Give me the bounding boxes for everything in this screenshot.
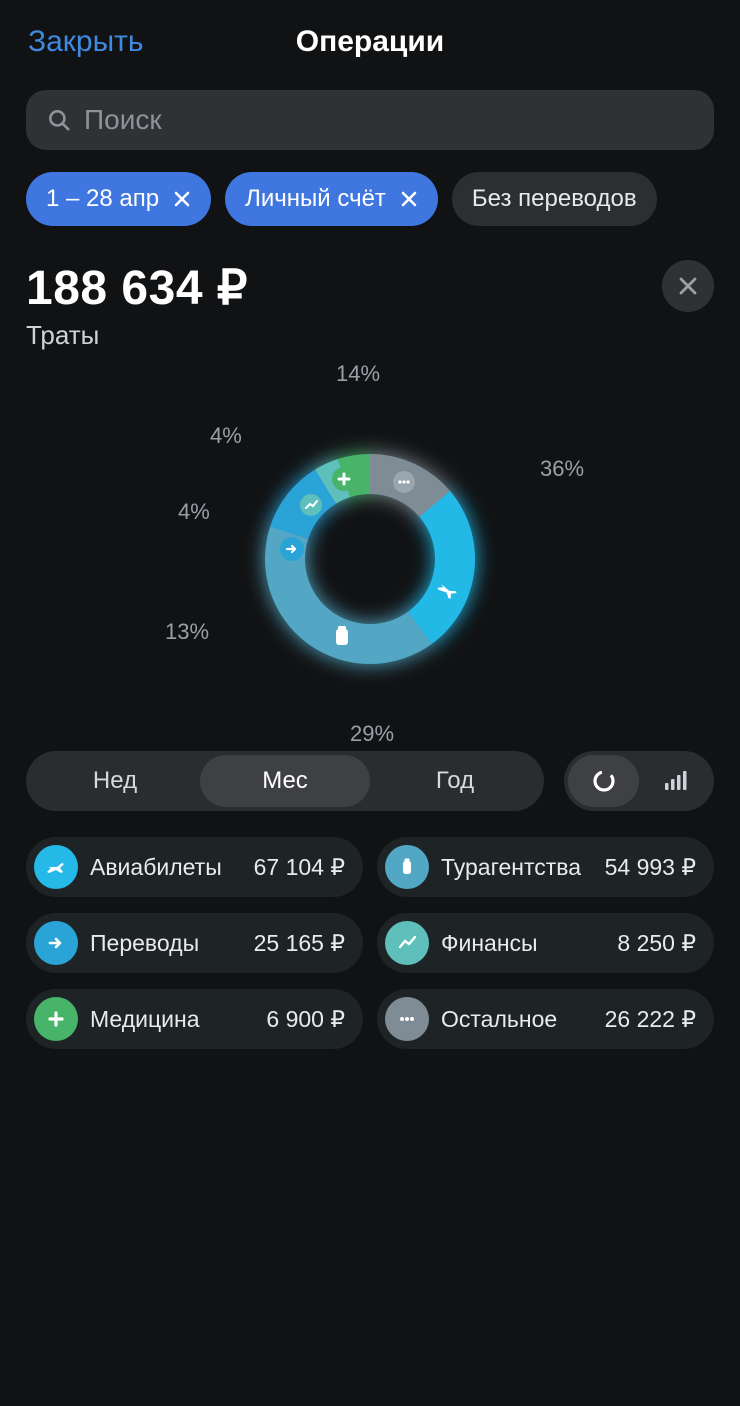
pct-label-travel: 29% (350, 721, 394, 747)
category-grid: Авиабилеты 67 104 ₽ Турагентства 54 993 … (0, 811, 740, 1049)
cat-travel-amount: 54 993 ₽ (605, 854, 696, 881)
controls-row: Нед Мес Год (0, 751, 740, 811)
cat-other[interactable]: Остальное 26 222 ₽ (377, 989, 714, 1049)
donut-icon (590, 767, 618, 795)
cat-flights[interactable]: Авиабилеты 67 104 ₽ (26, 837, 363, 897)
plane-icon (34, 845, 78, 889)
chip-exclude-label: Без переводов (472, 185, 637, 213)
cat-travel[interactable]: Турагентства 54 993 ₽ (377, 837, 714, 897)
search-input[interactable] (84, 104, 694, 136)
cat-transfers-name: Переводы (90, 930, 250, 957)
search-icon (46, 107, 72, 133)
bars-icon (661, 767, 689, 795)
pct-label-transfers: 13% (165, 619, 209, 645)
chip-period-remove-icon[interactable] (173, 190, 191, 208)
cat-finance[interactable]: Финансы 8 250 ₽ (377, 913, 714, 973)
period-week[interactable]: Нед (30, 755, 200, 807)
cat-other-name: Остальное (441, 1006, 601, 1033)
cat-other-amount: 26 222 ₽ (605, 1006, 696, 1033)
dots-icon (385, 997, 429, 1041)
view-bars[interactable] (639, 755, 710, 807)
chip-period[interactable]: 1 – 28 апр (26, 172, 211, 226)
header: Закрыть Операции (0, 12, 740, 72)
view-toggle[interactable] (564, 751, 714, 811)
jar-icon (385, 845, 429, 889)
cat-medicine[interactable]: Медицина 6 900 ₽ (26, 989, 363, 1049)
pct-label-other: 14% (336, 361, 380, 387)
chip-period-label: 1 – 28 апр (46, 185, 159, 213)
close-icon (677, 275, 699, 297)
plus-icon (34, 997, 78, 1041)
pct-label-med: 4% (210, 423, 242, 449)
period-segmented[interactable]: Нед Мес Год (26, 751, 544, 811)
cat-medicine-amount: 6 900 ₽ (266, 1006, 345, 1033)
period-month[interactable]: Мес (200, 755, 370, 807)
cat-transfers-amount: 25 165 ₽ (254, 930, 345, 957)
cat-transfers[interactable]: Переводы 25 165 ₽ (26, 913, 363, 973)
cat-flights-amount: 67 104 ₽ (254, 854, 345, 881)
total-row: 188 634 ₽ Траты (0, 226, 740, 351)
chip-account[interactable]: Личный счёт (225, 172, 438, 226)
close-pie-button[interactable] (662, 260, 714, 312)
cat-flights-name: Авиабилеты (90, 854, 250, 881)
close-button[interactable]: Закрыть (28, 25, 144, 59)
cat-medicine-name: Медицина (90, 1006, 262, 1033)
view-donut[interactable] (568, 755, 639, 807)
total-amount: 188 634 ₽ (26, 260, 248, 316)
chip-exclude-transfers[interactable]: Без переводов (452, 172, 657, 226)
period-year[interactable]: Год (370, 755, 540, 807)
filter-chips: 1 – 28 апр Личный счёт Без переводов (0, 150, 740, 226)
chip-account-remove-icon[interactable] (400, 190, 418, 208)
arrow-icon (34, 921, 78, 965)
pct-label-finance: 4% (178, 499, 210, 525)
total-label: Траты (26, 320, 248, 351)
cat-finance-name: Финансы (441, 930, 613, 957)
chart-icon (385, 921, 429, 965)
donut-chart-area: 14% 36% 29% 13% 4% 4% (0, 351, 740, 751)
search-field[interactable] (26, 90, 714, 150)
page-title: Операции (296, 25, 444, 59)
pct-label-flights: 36% (540, 456, 584, 482)
chip-account-label: Личный счёт (245, 185, 386, 213)
cat-finance-amount: 8 250 ₽ (617, 930, 696, 957)
cat-travel-name: Турагентства (441, 854, 601, 881)
donut-chart[interactable] (220, 409, 520, 709)
